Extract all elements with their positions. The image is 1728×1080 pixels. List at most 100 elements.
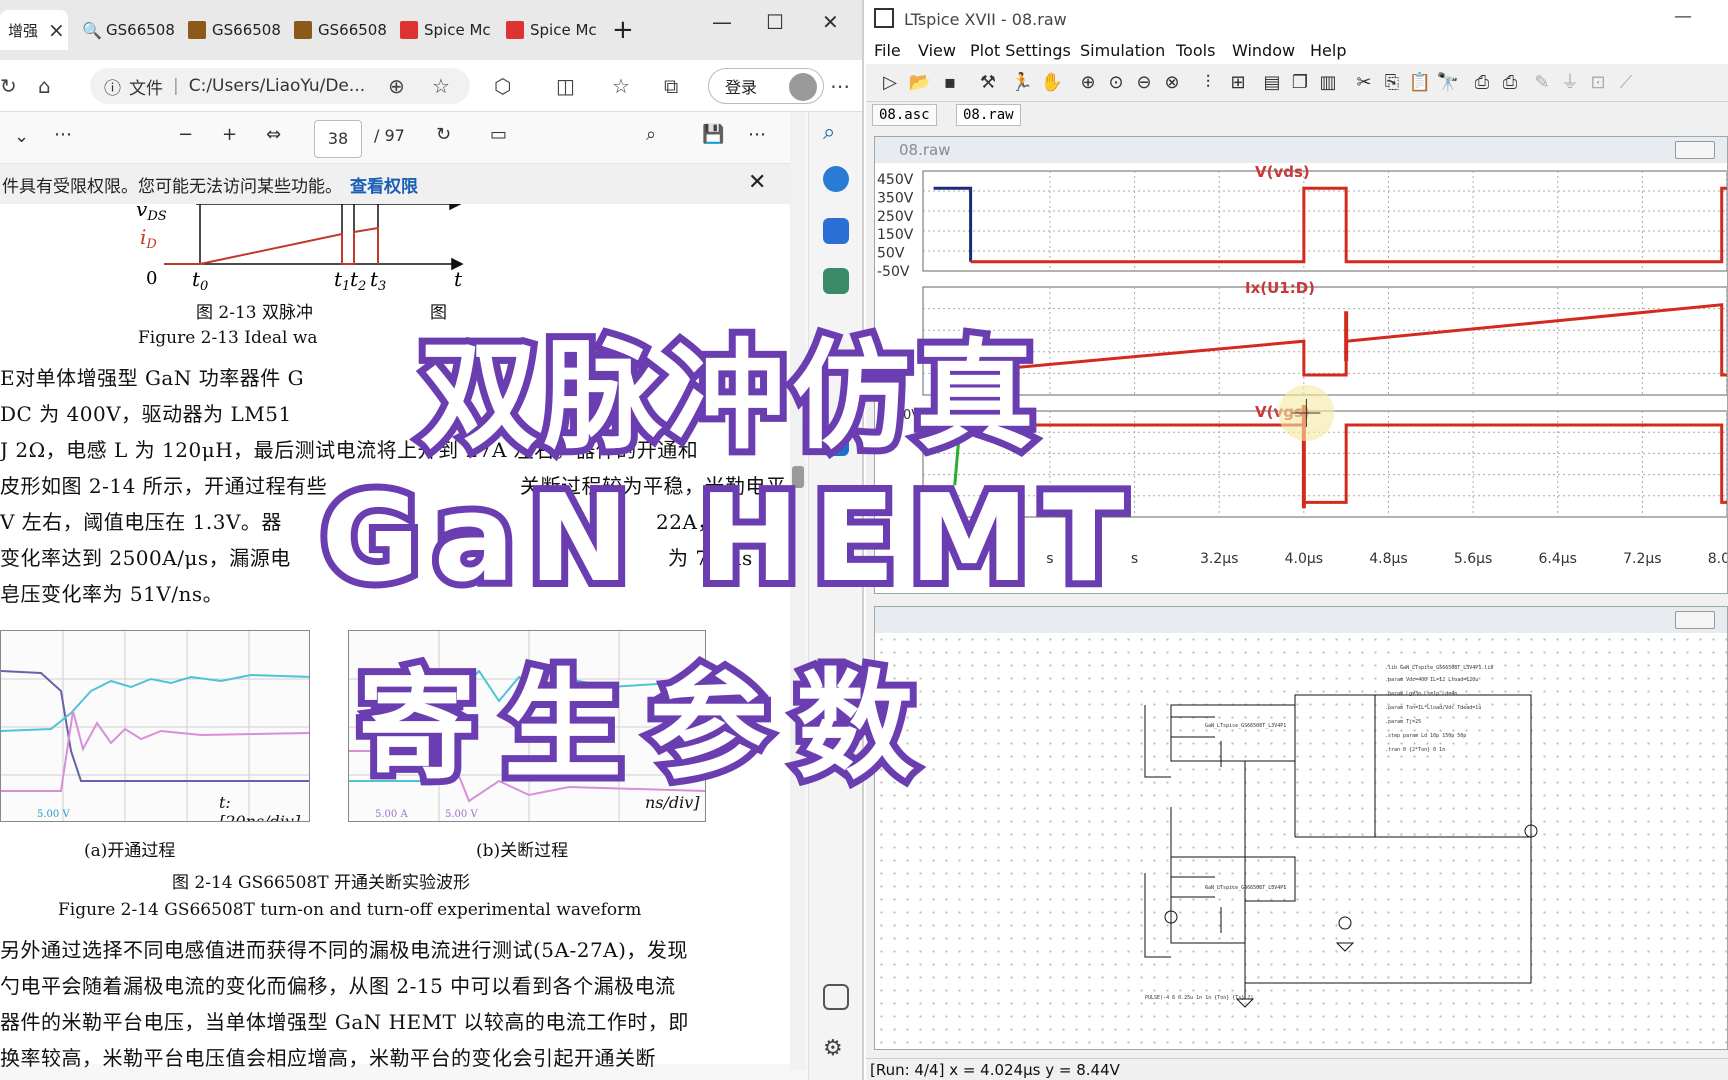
menu-help[interactable]: Help [1310,41,1346,60]
tab-08-asc[interactable]: 08.asc [872,104,937,126]
menu-window[interactable]: Window [1232,41,1295,60]
menu-simulation[interactable]: Simulation [1080,41,1165,60]
menu-tools[interactable]: Tools [1176,41,1215,60]
tab-active[interactable]: 增强 × [0,10,68,50]
address-bar[interactable]: ⓘ 文件 | C:/Users/LiaoYu/De... [90,68,470,104]
wire-icon[interactable]: ✎ [1530,71,1554,95]
zoom-in-icon[interactable]: ⊕ [1076,71,1100,95]
pan-icon[interactable]: ✋ [1040,71,1064,95]
zoom-in-icon[interactable]: + [222,124,237,145]
split-screen-icon[interactable]: ◫ [556,74,575,98]
plus-icon: + [612,15,634,45]
zoom-out-icon[interactable]: − [178,124,193,145]
minimize-pane-button[interactable] [1675,141,1715,159]
zoom-cancel-icon[interactable]: ⊗ [1160,71,1184,95]
ground-icon[interactable]: ⏚ [1558,71,1582,95]
maximize-icon[interactable]: ☐ [766,10,784,34]
info-icon: ⓘ [104,78,121,99]
menu-file[interactable]: File [874,41,901,60]
para1-line4: 皮形如图 2-14 所示，开通过程有些 [0,474,328,498]
new-schematic-icon[interactable]: ▷ [878,71,902,95]
overlay-title-line3: 寄生参数 [351,650,942,802]
more-icon[interactable]: ⋯ [830,74,850,98]
find-icon[interactable]: 🔭 [1436,71,1460,95]
save-icon[interactable]: 💾 [702,124,724,145]
infobar-message: 件具有受限权限。您可能无法访问某些功能。 [2,176,342,197]
tab-spice-1[interactable]: Spice Mc [392,10,491,50]
chevron-down-icon[interactable]: ⌄ [14,126,29,147]
svg-text:.step param Ld 10p 150p 50p: .step param Ld 10p 150p 50p [1385,733,1466,739]
more-icon[interactable]: ⋯ [54,124,72,145]
x-tick-label: 6.4µs [1539,551,1577,567]
osc-right-channel-1: 5.00 A [375,809,408,820]
favorite-add-icon[interactable]: ☆ [432,74,450,98]
search-icon[interactable]: ⌕ [646,124,656,145]
extensions-icon[interactable]: ⬡ [494,74,511,98]
collections-icon[interactable]: ⧉ [664,74,678,98]
minimize-icon[interactable]: — [712,10,732,34]
id-waveform [164,226,379,265]
control-panel-icon[interactable]: ⚒ [976,71,1000,95]
autorange-icon[interactable]: ⫶ [1196,71,1220,95]
tab-gs66508-2[interactable]: GS66508 [180,10,281,50]
resistor-icon[interactable]: ⟋ [1614,71,1638,95]
home-icon[interactable]: ⌂ [38,74,51,98]
page-number-input[interactable]: 38 [314,120,362,158]
menu-plot-settings[interactable]: Plot Settings [970,41,1071,60]
tile-horizontal-icon[interactable]: ▤ [1260,71,1284,95]
open-icon[interactable]: 📂 [908,71,932,95]
zoom-icon[interactable]: ⊕ [388,74,405,98]
paste-icon[interactable]: 📋 [1408,71,1432,95]
cut-icon[interactable]: ✂ [1352,71,1376,95]
search-icon[interactable]: ⌕ [823,120,849,146]
svg-text:.param Ton=IL*Lload/Vdc Tdead=: .param Ton=IL*Lload/Vdc Tdead=1u [1385,705,1481,711]
grid-icon[interactable]: ⊞ [1226,71,1250,95]
more-icon[interactable]: ⋯ [748,124,766,145]
new-tab-button[interactable]: + [604,10,634,50]
fig214-caption-en: Figure 2-14 GS66508T turn-on and turn-of… [58,900,642,920]
trace-label: V(vds) [1255,163,1310,181]
ltspice-logo-icon [874,8,894,28]
tab-gs66508-1[interactable]: 🔍 GS66508 [74,10,175,50]
shopping-icon[interactable] [823,218,849,244]
cascade-icon[interactable]: ❐ [1288,71,1312,95]
schematic-window[interactable]: .lib GaN_LTspice_GS66508T_L3V4P1.lib .pa… [874,606,1728,1050]
tab-gs66508-3[interactable]: GS66508 [286,10,387,50]
favorites-icon[interactable]: ☆ [612,74,630,98]
fit-width-icon[interactable]: ⇔ [266,124,281,145]
rotate-icon[interactable]: ↻ [436,124,451,145]
minimize-icon[interactable]: — [1674,6,1692,27]
gear-icon[interactable]: ⚙ [823,1036,849,1062]
sidebar-collapse-icon[interactable] [823,984,849,1010]
pdf-icon [506,21,524,39]
svg-text:PULSE(-4 6 0.25u 1n 1n {Ton} {: PULSE(-4 6 0.25u 1n 1n {Ton} {Ts} 2) [1145,995,1253,1001]
run-icon[interactable]: 🏃 [1010,71,1034,95]
copy-icon[interactable]: ⎘ [1380,71,1404,95]
x-tick-label: 8.0µs [1708,551,1727,567]
x-tick-label: 4.0µs [1285,551,1323,567]
login-button[interactable]: 登录 [708,68,824,104]
bing-icon[interactable] [823,166,849,192]
print-setup-icon[interactable]: ⎙ [1498,71,1522,95]
tile-vertical-icon[interactable]: ▥ [1316,71,1340,95]
tab-08-raw[interactable]: 08.raw [956,104,1021,126]
tools-icon[interactable] [823,268,849,294]
close-icon[interactable]: ✕ [748,170,766,195]
figure-2-13: vDS iD 0 t0 t1 t2 t3 t [136,204,464,294]
refresh-icon[interactable]: ↻ [0,74,17,98]
tab-spice-2[interactable]: Spice Mc [498,10,597,50]
print-icon[interactable]: ⎙ [1470,71,1494,95]
origin-label: 0 [146,268,157,289]
osc-left-timebase: t:[20ns/div] [219,793,301,822]
close-icon[interactable]: × [48,18,65,42]
label-net-icon[interactable]: ⊡ [1586,71,1610,95]
menu-view[interactable]: View [918,41,956,60]
waveform-window-title: 08.raw [899,141,951,159]
zoom-out-icon[interactable]: ⊖ [1132,71,1156,95]
fig214-caption-cn: 图 2-14 GS66508T 开通关断实验波形 [172,873,471,893]
close-window-icon[interactable]: ✕ [822,10,839,34]
view-permissions-link[interactable]: 查看权限 [350,172,418,197]
zoom-full-icon[interactable]: ⊙ [1104,71,1128,95]
page-view-icon[interactable]: ▭ [490,124,507,145]
save-icon[interactable]: ▪ [938,71,962,95]
